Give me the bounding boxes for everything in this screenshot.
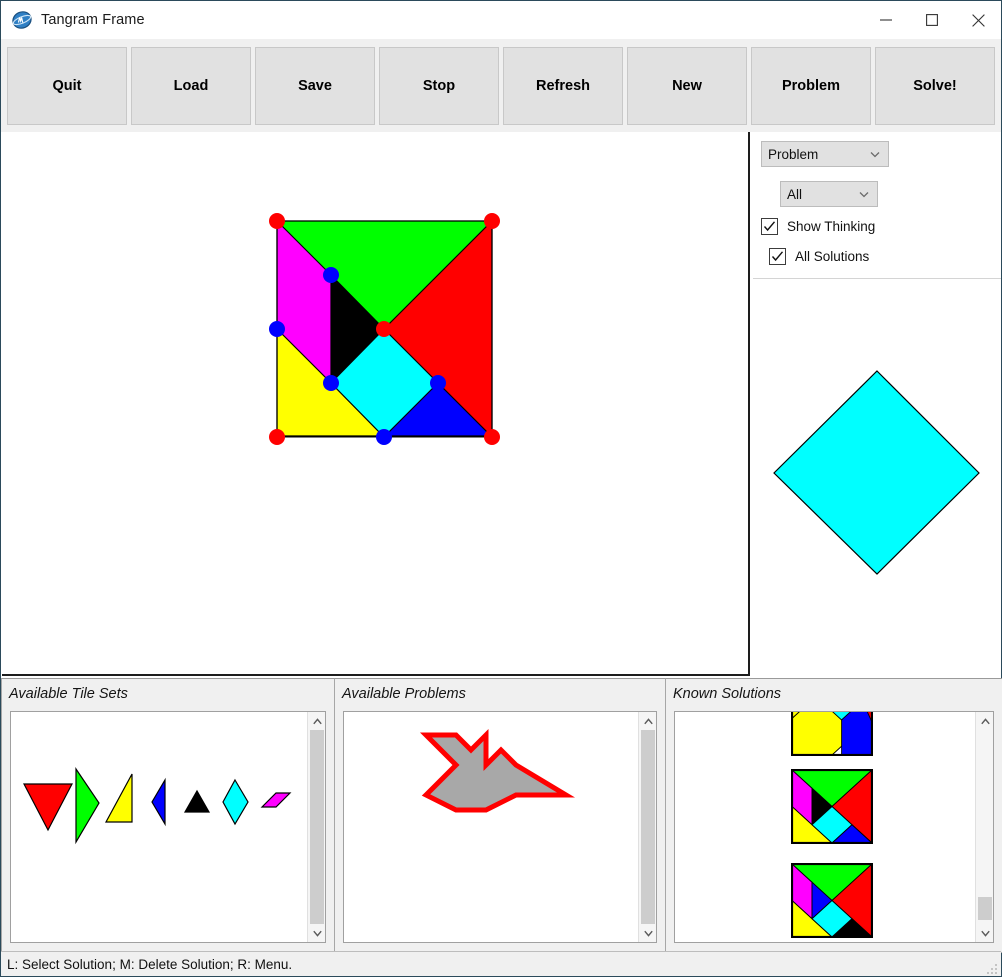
black-triangle-tile[interactable] (183, 789, 211, 813)
known-solutions-pane: Known Solutions (665, 678, 1002, 953)
new-button[interactable]: New (627, 46, 747, 125)
cyan-diamond-tile[interactable] (222, 778, 249, 826)
tangram-vertex-handle[interactable] (269, 321, 285, 337)
problems-scrollbar[interactable] (638, 712, 656, 942)
tangram-vertex-handle[interactable] (484, 429, 500, 445)
available-problems-title: Available Problems (342, 686, 466, 702)
resize-grip-icon[interactable] (986, 962, 998, 974)
problem-button[interactable]: Problem (751, 46, 871, 125)
save-button[interactable]: Save (255, 46, 375, 125)
shape-preview-area[interactable] (753, 279, 1001, 676)
mode-select-value: Problem (768, 146, 819, 162)
solve-button[interactable]: Solve! (875, 46, 995, 125)
maximize-button[interactable] (909, 1, 955, 39)
scroll-thumb[interactable] (310, 730, 324, 924)
solution-thumb-1[interactable] (791, 712, 873, 756)
bat-silhouette[interactable] (344, 712, 638, 942)
tangram-figure (269, 213, 500, 445)
chevron-down-icon (857, 187, 871, 201)
tangram-vertex-handle[interactable] (376, 321, 392, 337)
magenta-parallelogram-tile[interactable] (260, 792, 292, 808)
scroll-down-icon[interactable] (639, 924, 656, 942)
bat-silhouette[interactable] (419, 728, 576, 813)
main-toolbar: Quit Load Save Stop Refresh New Problem … (1, 39, 1001, 132)
show-thinking-checkbox[interactable]: Show Thinking (761, 218, 875, 235)
cyan-diamond[interactable] (773, 370, 980, 575)
tangram-vertex-handle[interactable] (376, 429, 392, 445)
solution-thumb-2[interactable] (791, 769, 873, 844)
known-solutions-title: Known Solutions (673, 686, 782, 702)
title-bar: Tangram Frame (1, 1, 1001, 39)
tile-set-row (23, 767, 292, 845)
red-triangle-tile[interactable] (23, 783, 73, 832)
checkmark-icon (761, 218, 778, 235)
status-text: L: Select Solution; M: Delete Solution; … (7, 956, 293, 972)
load-button[interactable]: Load (131, 46, 251, 125)
solutions-scrollbar[interactable] (975, 712, 993, 942)
scroll-thumb[interactable] (978, 896, 992, 921)
mode-select[interactable]: Problem (761, 141, 889, 167)
solutions-list[interactable] (674, 711, 994, 943)
available-problems-pane: Available Problems (334, 678, 666, 953)
quit-button[interactable]: Quit (7, 46, 127, 125)
refresh-button[interactable]: Refresh (503, 46, 623, 125)
available-tile-sets-pane: Available Tile Sets (1, 678, 335, 953)
tangram-canvas[interactable] (2, 132, 750, 676)
scroll-up-icon[interactable] (976, 712, 993, 730)
tangram-vertex-handle[interactable] (269, 213, 285, 229)
tangram-frame-window: Tangram Frame Quit Load Save Stop Refres… (0, 0, 1002, 977)
cyan-diamond-preview (773, 370, 980, 575)
window-buttons (863, 1, 1001, 39)
scroll-up-icon[interactable] (639, 712, 656, 730)
stop-button[interactable]: Stop (379, 46, 499, 125)
scroll-thumb[interactable] (641, 730, 655, 924)
scroll-down-icon[interactable] (308, 924, 325, 942)
tangram-vertex-handle[interactable] (484, 213, 500, 229)
available-tile-sets-title: Available Tile Sets (9, 686, 128, 702)
scroll-up-icon[interactable] (308, 712, 325, 730)
tangram-vertex-handle[interactable] (323, 267, 339, 283)
tile-sets-canvas[interactable] (11, 712, 307, 942)
scroll-down-icon[interactable] (976, 924, 993, 942)
show-thinking-label: Show Thinking (787, 219, 876, 234)
green-triangle-tile[interactable] (75, 767, 100, 845)
status-bar: L: Select Solution; M: Delete Solution; … (1, 951, 1001, 976)
solutions-canvas[interactable] (675, 712, 975, 942)
all-solutions-checkbox[interactable]: All Solutions (769, 248, 869, 265)
solution-thumb-3[interactable] (791, 863, 873, 938)
minimize-button[interactable] (863, 1, 909, 39)
solution-thumbnails[interactable] (675, 712, 972, 942)
problems-list[interactable] (343, 711, 657, 943)
chevron-down-icon (868, 147, 882, 161)
control-panel: Problem All Show Thinking All Solutions (753, 132, 1001, 676)
tangram-vertex-handle[interactable] (323, 375, 339, 391)
checkmark-icon (769, 248, 786, 265)
bottom-panes: Available Tile Sets Available Problems K… (1, 678, 1002, 953)
tangram-vertex-handle[interactable] (430, 375, 446, 391)
all-solutions-label: All Solutions (795, 249, 870, 264)
filter-select[interactable]: All (780, 181, 878, 207)
tile-sets-list[interactable] (10, 711, 326, 943)
close-button[interactable] (955, 1, 1001, 39)
tangram-vertex-handle[interactable] (269, 429, 285, 445)
yellow-triangle-tile[interactable] (104, 773, 133, 823)
blue-small-triangle-tile[interactable] (151, 777, 166, 827)
tile-sets-scrollbar[interactable] (307, 712, 325, 942)
filter-select-value: All (787, 186, 803, 202)
blue-piece (841, 712, 873, 756)
window-title: Tangram Frame (41, 12, 145, 28)
problems-canvas[interactable] (344, 712, 638, 942)
app-globe-icon (11, 9, 33, 31)
